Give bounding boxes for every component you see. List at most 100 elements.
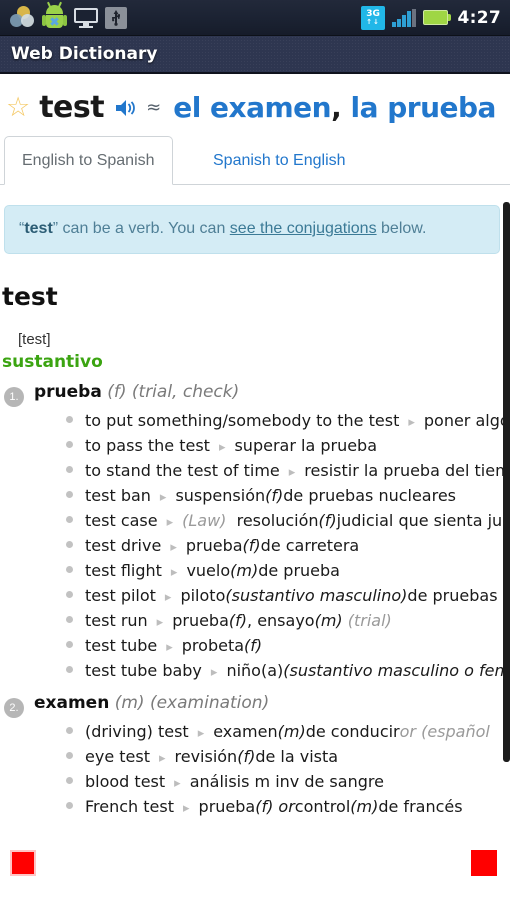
bullet-icon <box>66 441 73 449</box>
arrow-icon: ▸ <box>210 665 218 681</box>
sync-icon <box>10 5 36 30</box>
tab-english-to-spanish[interactable]: English to Spanish <box>4 136 173 185</box>
example-target-rest-2: de francés <box>378 797 463 817</box>
example-target-rest: de carretera <box>260 536 360 556</box>
arrow-icon: ▸ <box>156 615 164 631</box>
bullet-icon <box>66 727 73 735</box>
list-item: test ban ▸ suspensión (f) de pruebas nucle… <box>4 483 510 508</box>
example-target-rest: de la vista <box>255 747 339 767</box>
bullet-icon <box>66 777 73 785</box>
app-title-bar: Web Dictionary <box>0 36 510 74</box>
example-target-gram-2: (m) <box>314 611 343 631</box>
note-word: test <box>24 220 53 237</box>
example-target: niño(a) <box>226 661 284 681</box>
example-target: resolución <box>236 511 319 531</box>
arrow-icon: ▸ <box>170 540 177 556</box>
arrow-icon: ▸ <box>197 726 205 742</box>
example-source: test tube baby <box>85 661 202 681</box>
example-target-rest: de conducir <box>305 722 400 742</box>
signal-icon <box>392 8 416 27</box>
example-target-rest: control <box>294 797 351 817</box>
example-target-rest: de pruebas <box>407 586 498 606</box>
network-arrows: ↑↓ <box>366 17 380 26</box>
example-domain-label: (Law) <box>182 511 227 531</box>
example-target-note: or (español <box>399 722 490 742</box>
example-target-gram: (f) <box>244 636 263 656</box>
example-source: to pass the test <box>85 436 210 456</box>
network-3g-icon: 3G ↑↓ <box>361 5 386 30</box>
bullet-icon <box>66 566 73 574</box>
bullet-icon <box>66 666 73 674</box>
sense-number: 1. <box>4 387 24 408</box>
dictionary-entry: test [test] sustantivo 1. prueba (f) (tr… <box>0 282 510 819</box>
part-of-speech: sustantivo <box>2 352 103 373</box>
sense-gender: (m) <box>114 693 145 714</box>
sense-term: prueba <box>34 382 102 403</box>
scrollbar-thumb[interactable] <box>503 202 510 762</box>
sense-number: 2. <box>4 698 24 719</box>
example-target: probeta <box>181 636 245 656</box>
verb-note-box: “test” can be a verb. You can see the co… <box>4 205 500 255</box>
list-item: test drive ▸ prueba (f) de carretera <box>4 533 510 558</box>
tab-spanish-to-english-label: Spanish to English <box>213 151 346 169</box>
tab-spanish-to-english[interactable]: Spanish to English <box>196 136 363 185</box>
list-item: blood test ▸ análisis m inv de sangre <box>4 769 510 794</box>
example-target-gram: (f) <box>228 611 248 631</box>
example-source: test flight <box>85 561 162 581</box>
entry-header: ☆ test ≈ el examen, la prueba <box>0 76 510 131</box>
monitor-icon <box>74 7 98 28</box>
example-source: (driving) test <box>85 722 189 742</box>
bullet-icon <box>66 591 73 599</box>
example-target: resistir la prueba del tiemp <box>304 461 510 481</box>
example-source: to put something/somebody to the test <box>85 411 400 431</box>
favorite-star-icon[interactable]: ☆ <box>6 94 30 121</box>
list-item: test tube baby ▸ niño(a) (sustantivo mascu… <box>4 658 510 683</box>
example-target-note: (trial) <box>347 611 392 631</box>
list-item: to put something/somebody to the test ▸ po… <box>4 408 510 433</box>
usb-icon <box>105 6 127 29</box>
example-target: piloto <box>180 586 226 606</box>
list-item: to stand the test of time ▸ resistir la pr… <box>4 458 510 483</box>
sense-gender: (f) <box>107 382 127 403</box>
bullet-icon <box>66 491 73 499</box>
red-square-right <box>471 850 497 876</box>
list-item: test tube ▸ probeta (f) <box>4 633 510 658</box>
example-target: prueba <box>198 797 256 817</box>
example-target: vuelo <box>186 561 231 581</box>
page-content: ☆ test ≈ el examen, la prueba English to… <box>0 76 510 819</box>
sense-2-examples: (driving) test ▸ examen (m) de conducir or… <box>4 719 510 819</box>
header-translation-1: el examen <box>173 91 332 124</box>
example-source: test pilot <box>85 586 156 606</box>
list-item: to pass the test ▸ superar la prueba <box>4 433 510 458</box>
header-translation-separator: , <box>331 91 342 124</box>
list-item: eye test ▸ revisión (f) de la vista <box>4 744 510 769</box>
example-source: test case <box>85 511 158 531</box>
arrow-icon: ▸ <box>159 490 167 506</box>
web-view[interactable]: ☆ test ≈ el examen, la prueba English to… <box>0 76 510 900</box>
header-translation-2: la prueba <box>341 91 496 124</box>
bullet-icon <box>66 802 73 810</box>
example-source: eye test <box>85 747 150 767</box>
example-target-rest: judicial que sienta jur <box>336 511 509 531</box>
example-source: test tube <box>85 636 158 656</box>
see-conjugations-link[interactable]: see the conjugations <box>230 220 377 237</box>
example-target-gram: (f) <box>237 747 256 767</box>
list-item: test pilot ▸ piloto (sustantivo masculino)… <box>4 583 510 608</box>
status-bar-left-icons <box>0 1 361 30</box>
example-target: suspensión <box>175 486 266 506</box>
example-target-gram: (f) <box>242 536 261 556</box>
pronunciation: [test] <box>18 331 51 349</box>
list-item: test flight ▸ vuelo (m) de prueba <box>4 558 510 583</box>
list-item: French test ▸ prueba (f) or control (m) de… <box>4 794 510 819</box>
arrow-icon: ▸ <box>408 415 415 431</box>
headword: test <box>39 90 105 125</box>
arrow-icon: ▸ <box>170 565 178 581</box>
vertical-scrollbar[interactable] <box>503 76 510 900</box>
example-target-gram: (m) <box>230 561 259 581</box>
red-square-left <box>10 850 36 876</box>
sense-term: examen <box>34 693 110 714</box>
list-item: test run ▸ prueba (f), ensayo (m) (trial) <box>4 608 510 633</box>
example-source: test ban <box>85 486 151 506</box>
speaker-icon[interactable] <box>115 98 137 118</box>
android-screen: 3G ↑↓ 4:27 Web Dictionary ☆ test ≈ el ex… <box>0 0 510 900</box>
